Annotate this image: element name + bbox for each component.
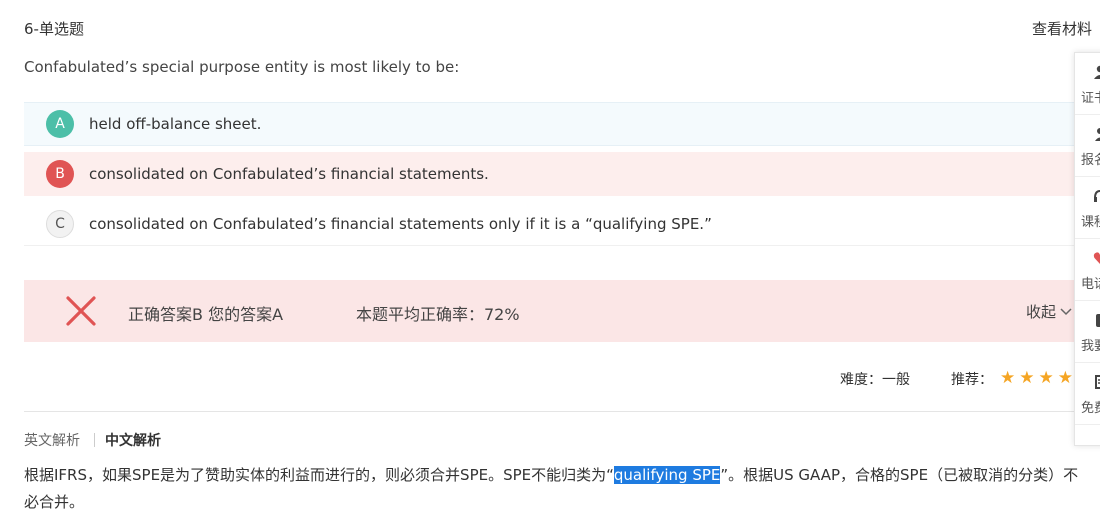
recommend-stars: ★ ★ ★ ★ — [1000, 368, 1073, 388]
tab-english-explanation[interactable]: 英文解析 — [24, 430, 80, 450]
recommend-label: 推荐： — [951, 372, 993, 388]
user-icon — [1095, 128, 1100, 141]
star-icon: ★ — [1038, 368, 1054, 388]
option-c-text: consolidated on Confabulated’s financial… — [89, 214, 712, 233]
sidebar-item-phone[interactable]: 电话 — [1075, 239, 1100, 301]
question-type: 6-单选题 — [24, 20, 84, 38]
option-c[interactable]: C consolidated on Confabulated’s financi… — [24, 202, 1100, 246]
tab-separator — [94, 433, 95, 447]
document-icon — [1095, 375, 1100, 389]
sidebar-item-request[interactable]: 我要 — [1075, 301, 1100, 363]
phone-icon — [1096, 314, 1100, 327]
section-divider — [24, 411, 1100, 412]
sidebar-item-course[interactable]: 课程 — [1075, 177, 1100, 239]
collapse-label: 收起 — [1026, 303, 1057, 321]
option-a-text: held off-balance sheet. — [89, 115, 262, 133]
explanation-part-1: 根据IFRS，如果SPE是为了赞助实体的利益而进行的，则必须合并SPE。SPE不… — [24, 466, 614, 484]
option-b-badge: B — [46, 160, 74, 188]
sidebar-item-label: 报名 — [1081, 153, 1100, 168]
sidebar-item-register[interactable]: 报名 — [1075, 115, 1100, 177]
sidebar-item-label: 证书 — [1081, 91, 1100, 106]
option-a[interactable]: A held off-balance sheet. — [24, 102, 1100, 146]
star-icon: ★ — [1057, 368, 1073, 388]
question-text: Confabulated’s special purpose entity is… — [24, 58, 460, 76]
view-materials-link[interactable]: 查看材料 — [1032, 18, 1092, 39]
option-b-text: consolidated on Confabulated’s financial… — [89, 165, 489, 183]
person-icon — [1094, 65, 1100, 79]
result-panel: 正确答案B 您的答案A 本题平均正确率：72% 收起 — [24, 280, 1100, 342]
answer-summary: 正确答案B 您的答案A — [128, 305, 284, 324]
option-a-badge: A — [46, 110, 74, 138]
sidebar-item-label: 电话 — [1081, 277, 1100, 292]
chevron-down-icon — [1060, 307, 1072, 315]
star-icon: ★ — [1000, 368, 1016, 388]
headset-icon — [1094, 189, 1100, 202]
average-accuracy: 本题平均正确率：72% — [356, 305, 520, 324]
collapse-button[interactable]: 收起 — [1026, 301, 1073, 322]
tab-chinese-explanation[interactable]: 中文解析 — [105, 430, 161, 450]
option-c-badge: C — [46, 209, 74, 238]
difficulty-label: 难度：一般 — [840, 372, 910, 388]
heart-icon — [1093, 252, 1100, 264]
explanation-highlight: qualifying SPE — [613, 466, 721, 484]
star-icon: ★ — [1019, 368, 1035, 388]
sidebar-item-label: 免费 — [1081, 401, 1100, 416]
option-b[interactable]: B consolidated on Confabulated’s financi… — [24, 152, 1100, 196]
floating-sidebar: 证书 报名 课程 电话 我要 免费 — [1074, 52, 1100, 446]
sidebar-item-certificate[interactable]: 证书 — [1075, 53, 1100, 115]
explanation-text: 根据IFRS，如果SPE是为了赞助实体的利益而进行的，则必须合并SPE。SPE不… — [24, 462, 1088, 516]
sidebar-item-free[interactable]: 免费 — [1075, 363, 1100, 425]
wrong-cross-icon — [66, 296, 96, 326]
sidebar-item-label: 课程 — [1081, 215, 1100, 230]
sidebar-item-label: 我要 — [1081, 339, 1100, 354]
